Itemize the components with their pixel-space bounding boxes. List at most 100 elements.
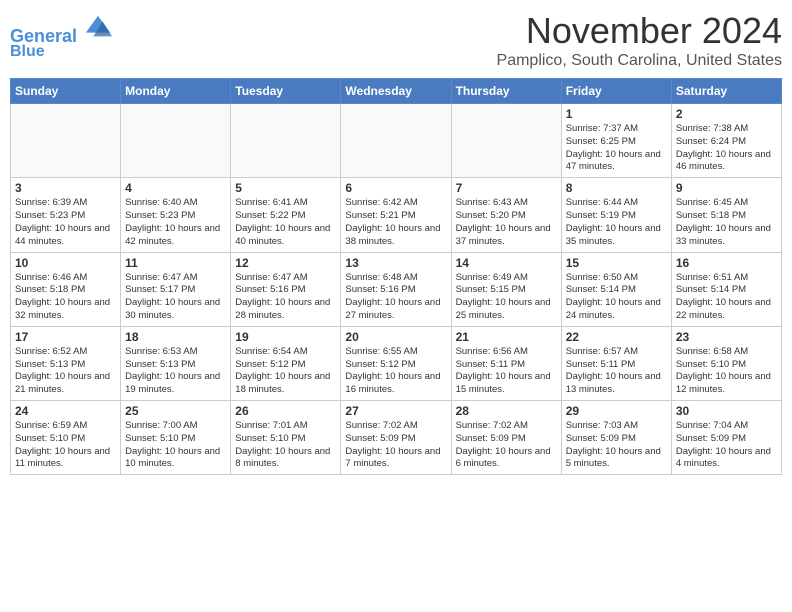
calendar-day-cell: 2 Sunrise: 7:38 AMSunset: 6:24 PMDaylight… — [671, 104, 781, 178]
day-info: Sunrise: 7:38 AMSunset: 6:24 PMDaylight:… — [676, 123, 777, 174]
calendar-table: SundayMondayTuesdayWednesdayThursdayFrid… — [10, 78, 782, 475]
day-number: 11 — [125, 256, 226, 270]
day-info: Sunrise: 6:50 AMSunset: 5:14 PMDaylight:… — [566, 272, 667, 323]
day-number: 29 — [566, 404, 667, 418]
day-number: 23 — [676, 330, 777, 344]
calendar-day-cell: 25 Sunrise: 7:00 AMSunset: 5:10 PMDayligh… — [121, 401, 231, 475]
calendar-week-row: 1 Sunrise: 7:37 AMSunset: 6:25 PMDaylight… — [11, 104, 782, 178]
day-number: 20 — [345, 330, 446, 344]
logo-icon — [84, 14, 112, 42]
calendar-week-row: 17 Sunrise: 6:52 AMSunset: 5:13 PMDayligh… — [11, 326, 782, 400]
calendar-day-cell: 15 Sunrise: 6:50 AMSunset: 5:14 PMDayligh… — [561, 252, 671, 326]
calendar-day-cell: 5 Sunrise: 6:41 AMSunset: 5:22 PMDaylight… — [231, 178, 341, 252]
calendar-day-cell: 14Sunrise: 6:49 AMSunset: 5:15 PMDayligh… — [451, 252, 561, 326]
calendar-day-cell: 22Sunrise: 6:57 AMSunset: 5:11 PMDayligh… — [561, 326, 671, 400]
calendar-day-cell: 30Sunrise: 7:04 AMSunset: 5:09 PMDayligh… — [671, 401, 781, 475]
day-number: 9 — [676, 181, 777, 195]
day-info: Sunrise: 6:47 AMSunset: 5:16 PMDaylight:… — [235, 272, 336, 323]
day-info: Sunrise: 6:43 AMSunset: 5:20 PMDaylight:… — [456, 197, 557, 248]
day-number: 17 — [15, 330, 116, 344]
calendar-body: 1 Sunrise: 7:37 AMSunset: 6:25 PMDaylight… — [11, 104, 782, 475]
day-number: 1 — [566, 107, 667, 121]
day-number: 27 — [345, 404, 446, 418]
calendar-week-row: 24 Sunrise: 6:59 AMSunset: 5:10 PMDayligh… — [11, 401, 782, 475]
day-info: Sunrise: 6:45 AMSunset: 5:18 PMDaylight:… — [676, 197, 777, 248]
day-number: 2 — [676, 107, 777, 121]
day-info: Sunrise: 6:59 AMSunset: 5:10 PMDaylight:… — [15, 420, 116, 471]
calendar-day-cell: 17 Sunrise: 6:52 AMSunset: 5:13 PMDayligh… — [11, 326, 121, 400]
calendar-week-row: 10Sunrise: 6:46 AMSunset: 5:18 PMDayligh… — [11, 252, 782, 326]
day-number: 7 — [456, 181, 557, 195]
day-info: Sunrise: 7:37 AMSunset: 6:25 PMDaylight:… — [566, 123, 667, 174]
weekday-header-cell: Wednesday — [341, 79, 451, 104]
day-info: Sunrise: 7:02 AMSunset: 5:09 PMDaylight:… — [345, 420, 446, 471]
title-area: November 2024 Pamplico, South Carolina, … — [497, 10, 782, 70]
day-number: 25 — [125, 404, 226, 418]
calendar-day-cell: 19Sunrise: 6:54 AMSunset: 5:12 PMDayligh… — [231, 326, 341, 400]
day-info: Sunrise: 7:02 AMSunset: 5:09 PMDaylight:… — [456, 420, 557, 471]
calendar-day-cell: 21 Sunrise: 6:56 AMSunset: 5:11 PMDayligh… — [451, 326, 561, 400]
calendar-day-cell: 27 Sunrise: 7:02 AMSunset: 5:09 PMDayligh… — [341, 401, 451, 475]
calendar-day-cell: 28 Sunrise: 7:02 AMSunset: 5:09 PMDayligh… — [451, 401, 561, 475]
day-info: Sunrise: 6:48 AMSunset: 5:16 PMDaylight:… — [345, 272, 446, 323]
day-number: 16 — [676, 256, 777, 270]
day-number: 4 — [125, 181, 226, 195]
calendar-day-cell: 20 Sunrise: 6:55 AMSunset: 5:12 PMDayligh… — [341, 326, 451, 400]
day-info: Sunrise: 6:53 AMSunset: 5:13 PMDaylight:… — [125, 346, 226, 397]
day-info: Sunrise: 6:56 AMSunset: 5:11 PMDaylight:… — [456, 346, 557, 397]
weekday-header-cell: Saturday — [671, 79, 781, 104]
weekday-header-cell: Monday — [121, 79, 231, 104]
day-info: Sunrise: 6:41 AMSunset: 5:22 PMDaylight:… — [235, 197, 336, 248]
day-number: 3 — [15, 181, 116, 195]
day-info: Sunrise: 7:01 AMSunset: 5:10 PMDaylight:… — [235, 420, 336, 471]
day-info: Sunrise: 6:55 AMSunset: 5:12 PMDaylight:… — [345, 346, 446, 397]
day-number: 21 — [456, 330, 557, 344]
day-info: Sunrise: 6:52 AMSunset: 5:13 PMDaylight:… — [15, 346, 116, 397]
logo: General Blue — [10, 14, 112, 60]
day-info: Sunrise: 6:47 AMSunset: 5:17 PMDaylight:… — [125, 272, 226, 323]
month-title: November 2024 — [497, 10, 782, 52]
calendar-day-cell: 18 Sunrise: 6:53 AMSunset: 5:13 PMDayligh… — [121, 326, 231, 400]
calendar-day-cell — [451, 104, 561, 178]
calendar-day-cell: 4Sunrise: 6:40 AMSunset: 5:23 PMDaylight… — [121, 178, 231, 252]
calendar-day-cell: 9 Sunrise: 6:45 AMSunset: 5:18 PMDaylight… — [671, 178, 781, 252]
day-info: Sunrise: 6:42 AMSunset: 5:21 PMDaylight:… — [345, 197, 446, 248]
day-info: Sunrise: 6:49 AMSunset: 5:15 PMDaylight:… — [456, 272, 557, 323]
day-number: 24 — [15, 404, 116, 418]
day-number: 28 — [456, 404, 557, 418]
day-number: 12 — [235, 256, 336, 270]
calendar-day-cell: 16 Sunrise: 6:51 AMSunset: 5:14 PMDayligh… — [671, 252, 781, 326]
day-info: Sunrise: 6:44 AMSunset: 5:19 PMDaylight:… — [566, 197, 667, 248]
calendar-week-row: 3 Sunrise: 6:39 AMSunset: 5:23 PMDaylight… — [11, 178, 782, 252]
calendar-day-cell: 8 Sunrise: 6:44 AMSunset: 5:19 PMDaylight… — [561, 178, 671, 252]
day-number: 22 — [566, 330, 667, 344]
calendar-day-cell — [341, 104, 451, 178]
calendar-day-cell: 23 Sunrise: 6:58 AMSunset: 5:10 PMDayligh… — [671, 326, 781, 400]
calendar-day-cell: 26 Sunrise: 7:01 AMSunset: 5:10 PMDayligh… — [231, 401, 341, 475]
day-number: 5 — [235, 181, 336, 195]
day-info: Sunrise: 6:51 AMSunset: 5:14 PMDaylight:… — [676, 272, 777, 323]
calendar-day-cell — [11, 104, 121, 178]
day-number: 8 — [566, 181, 667, 195]
day-number: 6 — [345, 181, 446, 195]
calendar-day-cell — [231, 104, 341, 178]
day-number: 18 — [125, 330, 226, 344]
day-info: Sunrise: 6:58 AMSunset: 5:10 PMDaylight:… — [676, 346, 777, 397]
weekday-header-cell: Thursday — [451, 79, 561, 104]
weekday-header-cell: Friday — [561, 79, 671, 104]
day-number: 15 — [566, 256, 667, 270]
day-number: 26 — [235, 404, 336, 418]
day-info: Sunrise: 6:39 AMSunset: 5:23 PMDaylight:… — [15, 197, 116, 248]
calendar-day-cell: 24 Sunrise: 6:59 AMSunset: 5:10 PMDayligh… — [11, 401, 121, 475]
day-info: Sunrise: 7:00 AMSunset: 5:10 PMDaylight:… — [125, 420, 226, 471]
weekday-header-cell: Sunday — [11, 79, 121, 104]
header: General Blue November 2024 Pamplico, Sou… — [10, 10, 782, 70]
day-number: 30 — [676, 404, 777, 418]
calendar-day-cell: 12 Sunrise: 6:47 AMSunset: 5:16 PMDayligh… — [231, 252, 341, 326]
day-info: Sunrise: 6:46 AMSunset: 5:18 PMDaylight:… — [15, 272, 116, 323]
calendar-day-cell: 3 Sunrise: 6:39 AMSunset: 5:23 PMDaylight… — [11, 178, 121, 252]
calendar-day-cell: 7 Sunrise: 6:43 AMSunset: 5:20 PMDaylight… — [451, 178, 561, 252]
weekday-header-cell: Tuesday — [231, 79, 341, 104]
calendar-day-cell — [121, 104, 231, 178]
day-info: Sunrise: 7:03 AMSunset: 5:09 PMDaylight:… — [566, 420, 667, 471]
